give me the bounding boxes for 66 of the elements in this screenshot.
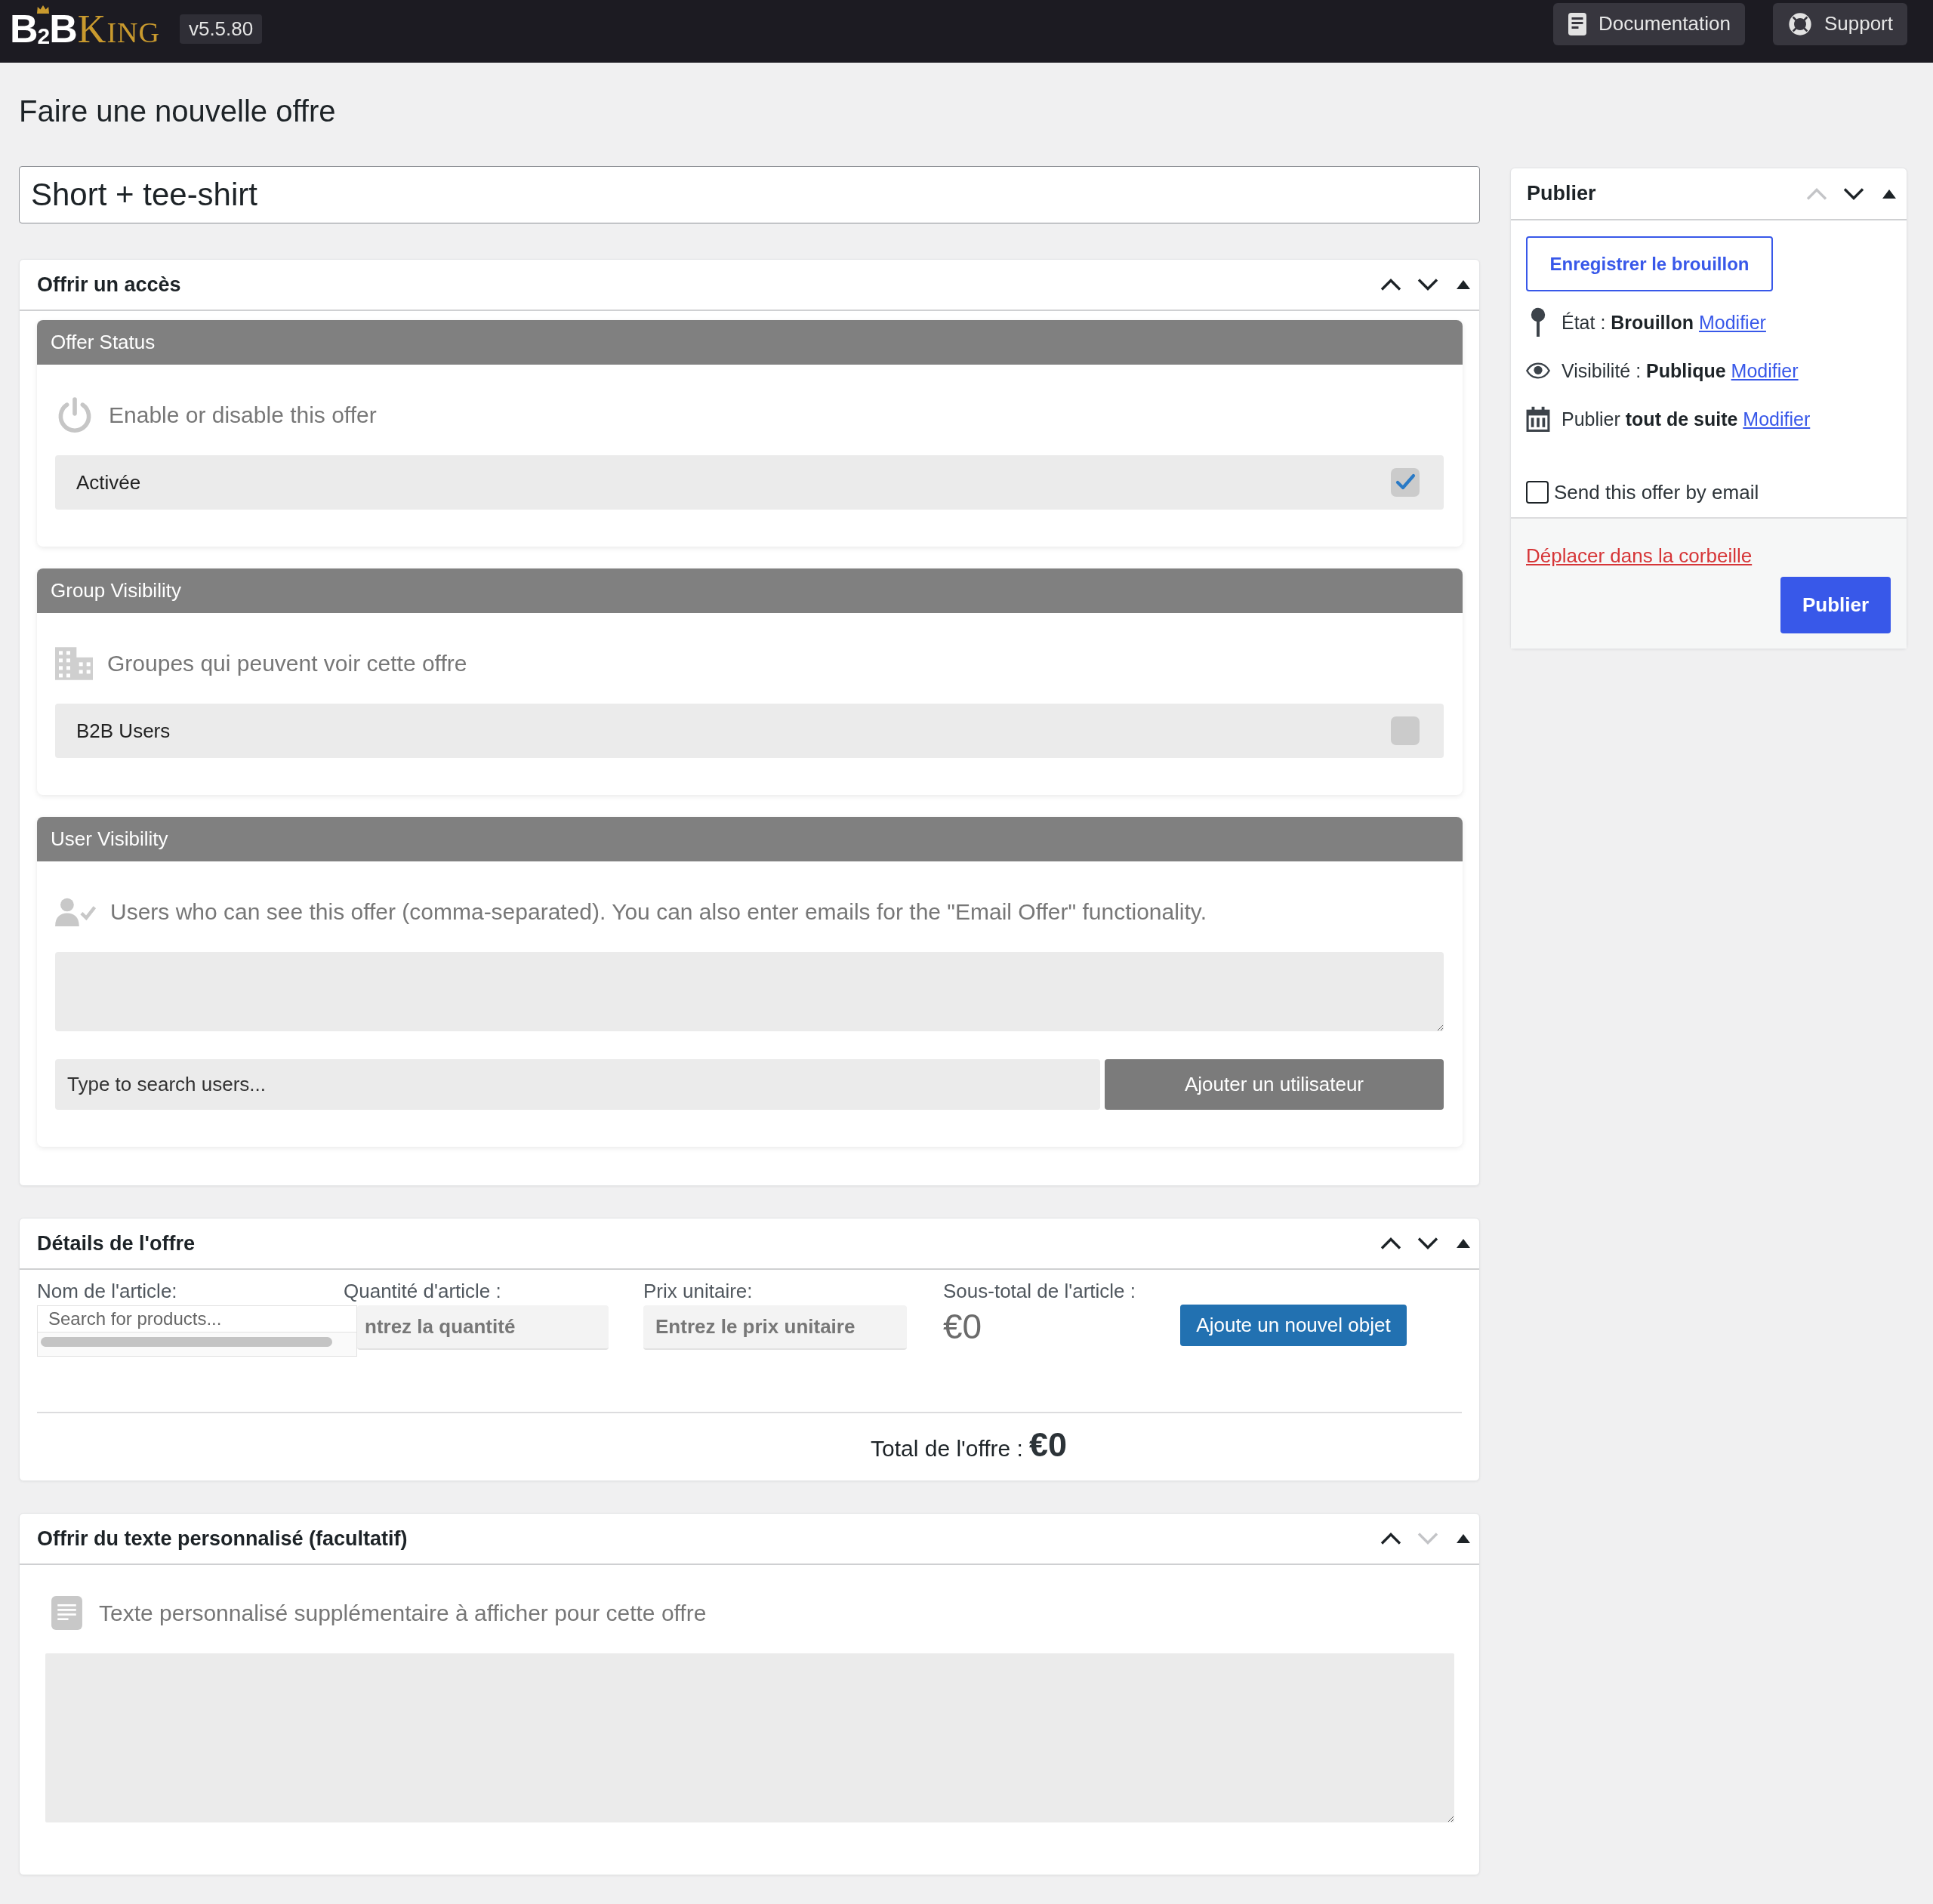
description-text: Texte personnalisé supplémentaire à afficher pour cette offre [99,1600,707,1626]
scrollbar-thumb[interactable] [41,1337,332,1347]
add-item-button[interactable]: Ajoute un nouvel objet [1180,1305,1407,1346]
section-title: Offrir un accès [37,273,181,297]
chevron-down-icon[interactable] [1842,186,1865,201]
triangle-up-icon[interactable] [1457,280,1470,289]
option-label: Activée [76,470,141,494]
description-text: Groupes qui peuvent voir cette offre [107,651,467,676]
publish-setting-text: État : Brouillon Modifier [1562,311,1766,334]
documentation-button[interactable]: Documentation [1553,2,1745,45]
version-badge: v5.5.80 [179,14,263,44]
lifebuoy-icon [1787,11,1812,36]
checkbox-label: Send this offer by email [1554,480,1759,504]
eye-icon [1526,362,1550,379]
total-label: Total de l'offre : [871,1436,1023,1462]
chevron-up-icon[interactable] [1380,278,1402,291]
triangle-up-icon[interactable] [1882,189,1896,199]
chevron-down-icon[interactable] [1417,1237,1439,1250]
checkbox[interactable] [1391,716,1420,745]
panel-header: Group Visibility [37,568,1463,613]
document-icon [1568,12,1587,35]
panel-header: Offer Status [37,320,1463,365]
option-label: B2B Users [76,719,171,743]
section-title: Détails de l'offre [37,1231,195,1255]
checkbox[interactable] [1526,481,1549,504]
description-text: Enable or disable this offer [109,402,377,428]
description-text: Users who can see this offer (comma-separated). You can also enter emails for the "Email Offer" functionality. [110,899,1207,925]
title-field[interactable]: Short + tee-shirt [19,166,1480,223]
trash-link[interactable]: Déplacer dans la corbeille [1526,544,1753,567]
chevron-down-icon[interactable] [1417,278,1439,291]
custom-text-field[interactable] [45,1653,1454,1822]
publish-button[interactable]: Publier [1780,577,1891,633]
logo-wordmark: KING [77,9,160,49]
add-user-button[interactable]: Ajouter un utilisateur [1105,1059,1444,1110]
page-title: Faire une nouvelle offre [19,94,336,129]
modify-link[interactable]: Modifier [1699,311,1766,333]
modify-link[interactable]: Modifier [1731,359,1799,381]
user-check-icon [55,898,96,926]
product-search-field[interactable]: Search for products... [38,1306,356,1332]
building-icon [55,647,93,680]
calendar-icon [1526,406,1550,432]
support-button[interactable]: Support [1772,2,1907,45]
chevron-up-icon[interactable] [1380,1532,1402,1545]
field-label: Quantité d'article : [344,1280,501,1302]
publish-setting-text: Publier tout de suite Modifier [1562,408,1811,430]
section-title: Offrir du texte personnalisé (facultatif) [37,1527,408,1551]
crown-icon [37,5,49,14]
triangle-up-icon[interactable] [1457,1239,1470,1248]
triangle-up-icon[interactable] [1457,1534,1470,1543]
document-icon [51,1596,82,1630]
user-search-field[interactable]: Type to search users... [55,1059,1100,1110]
field-label: Prix unitaire: [643,1280,753,1302]
total-value: €0 [1028,1425,1068,1465]
section-title: Publier [1527,182,1596,205]
save-draft-button[interactable]: Enregistrer le brouillon [1526,236,1773,291]
pin-icon [1530,307,1546,337]
modify-link[interactable]: Modifier [1743,408,1811,430]
chevron-up-icon[interactable] [1380,1237,1402,1250]
field-label: Sous-total de l'article : [943,1280,1136,1302]
subtotal-value: €0 [943,1306,982,1348]
unit-price-field[interactable]: Entrez le prix unitaire [643,1305,907,1350]
panel-header: User Visibility [37,817,1463,861]
quantity-field[interactable]: ntrez la quantité [357,1305,609,1350]
field-label: Nom de l'article: [37,1280,177,1302]
publish-setting-text: Visibilité : Publique Modifier [1562,359,1799,382]
checkbox[interactable] [1391,468,1420,497]
